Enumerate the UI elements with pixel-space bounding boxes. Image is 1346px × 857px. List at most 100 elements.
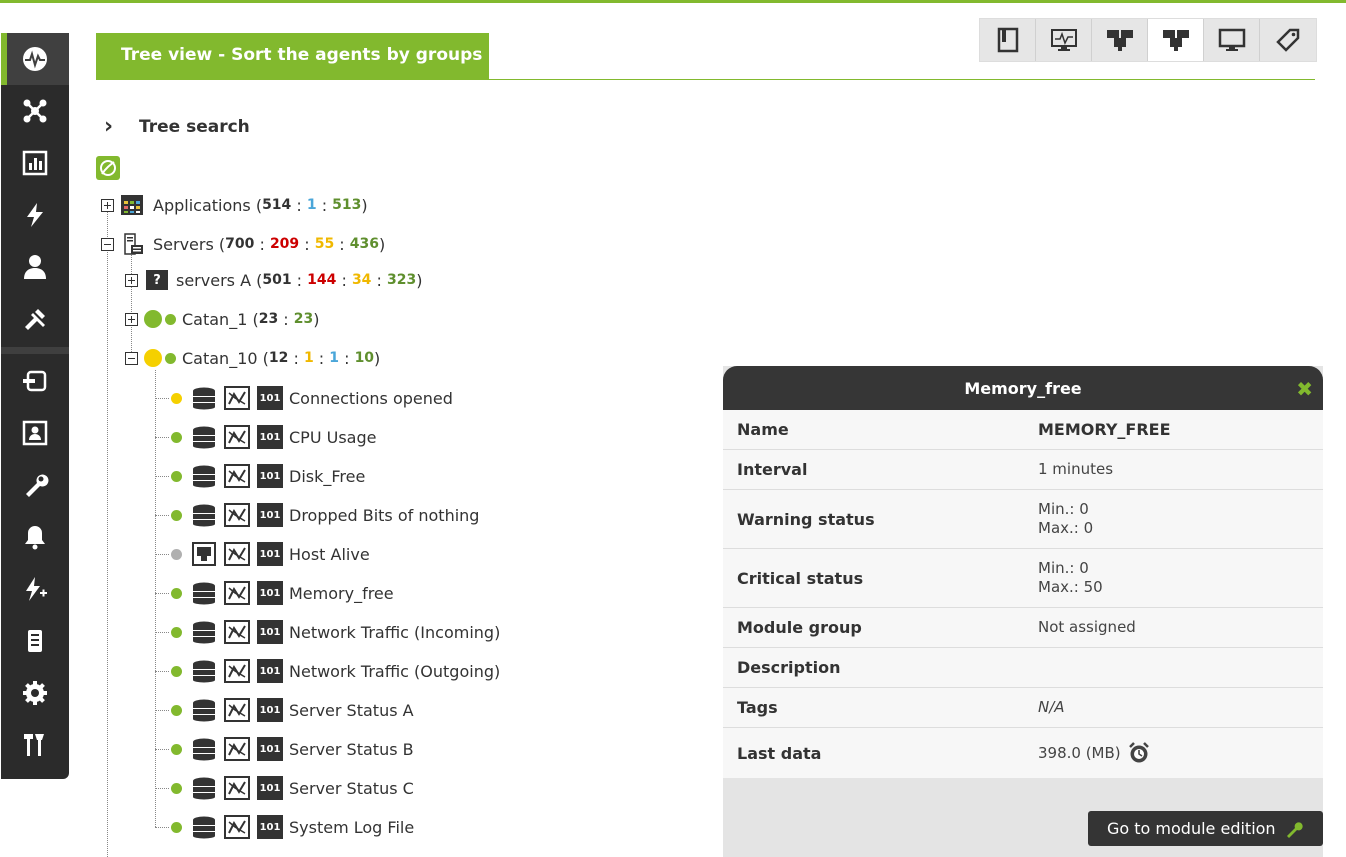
module-row[interactable]: 101 Server Status C xyxy=(171,775,414,801)
policy-view-button[interactable] xyxy=(1260,19,1316,61)
data-type-icon: 101 xyxy=(257,581,283,605)
admin-tools-icon[interactable] xyxy=(1,719,69,771)
graph-icon[interactable] xyxy=(224,698,250,722)
tree-node-servers-a[interactable]: ? servers A (501 : 144 : 34 : 323) xyxy=(125,267,422,293)
tag-view-button[interactable] xyxy=(980,19,1036,61)
module-row[interactable]: 101 Host Alive xyxy=(171,541,370,567)
detail-row-tags: Tags N/A xyxy=(723,688,1323,728)
wrench-icon[interactable] xyxy=(1,459,69,511)
network-group-icon xyxy=(1106,30,1133,51)
unknown-group-icon: ? xyxy=(144,268,170,292)
profile-icon[interactable] xyxy=(1,407,69,459)
detail-label: Interval xyxy=(737,460,808,479)
module-row[interactable]: 101 Disk_Free xyxy=(171,463,365,489)
count-normal: 513 xyxy=(332,197,362,213)
monitoring-icon[interactable] xyxy=(1,33,69,85)
detail-label: Description xyxy=(737,658,841,677)
settings-icon[interactable] xyxy=(1,667,69,719)
module-label: Disk_Free xyxy=(289,466,366,486)
module-view-button[interactable] xyxy=(1204,19,1260,61)
data-type-icon: 101 xyxy=(257,464,283,488)
tree-guide-line xyxy=(155,398,169,399)
go-to-module-edition-button[interactable]: Go to module edition xyxy=(1088,811,1323,846)
tree-search-toggle[interactable]: › Tree search xyxy=(104,114,250,139)
user-icon[interactable] xyxy=(1,241,69,293)
monitor-view-button[interactable] xyxy=(1036,19,1092,61)
module-row[interactable]: 101 Network Traffic (Outgoing) xyxy=(171,658,500,684)
detail-row-warning: Warning status Min.: 0 Max.: 0 xyxy=(723,490,1323,549)
bell-icon[interactable] xyxy=(1,511,69,563)
data-type-icon: 101 xyxy=(257,425,283,449)
database-icon xyxy=(191,581,217,605)
count-normal: 10 xyxy=(354,350,375,366)
expand-icon[interactable] xyxy=(125,273,138,287)
module-row[interactable]: 101 Server Status A xyxy=(171,697,414,723)
tree-guide-line xyxy=(155,827,169,828)
module-row[interactable]: 101 CPU Usage xyxy=(171,424,376,450)
graph-icon[interactable] xyxy=(224,659,250,683)
database-icon xyxy=(191,776,217,800)
graph-icon[interactable] xyxy=(224,737,250,761)
tree-node-servers[interactable]: Servers (700 : 209 : 55 : 436) xyxy=(101,231,385,257)
collapse-icon[interactable] xyxy=(101,237,114,251)
graph-icon[interactable] xyxy=(224,776,250,800)
tree-search-label: Tree search xyxy=(139,116,250,137)
os-view-button[interactable] xyxy=(1148,19,1204,61)
detail-row-name: Name MEMORY_FREE xyxy=(723,410,1323,450)
tools-icon[interactable] xyxy=(1,293,69,345)
expand-icon[interactable] xyxy=(101,198,114,212)
module-row[interactable]: 101 Memory_free xyxy=(171,580,394,606)
graph-icon[interactable] xyxy=(224,503,250,527)
graph-icon[interactable] xyxy=(224,620,250,644)
events-icon[interactable] xyxy=(1,189,69,241)
topology-icon[interactable] xyxy=(1,85,69,137)
module-status-icon xyxy=(171,626,182,638)
tree-guide-line xyxy=(155,710,169,711)
count-critical: 209 xyxy=(269,236,300,252)
module-status-icon xyxy=(171,821,182,833)
data-type-icon: 101 xyxy=(257,503,283,527)
reporting-icon[interactable] xyxy=(1,137,69,189)
tag-icon xyxy=(1276,28,1300,52)
sidebar-separator xyxy=(1,347,69,354)
event-alerts-icon[interactable] xyxy=(1,563,69,615)
tree-node-applications[interactable]: Applications (514 : 1 : 513) xyxy=(101,192,368,218)
module-row[interactable]: 101 Dropped Bits of nothing xyxy=(171,502,479,528)
module-row[interactable]: 101 System Log File xyxy=(171,814,414,840)
detail-value: 1 minutes xyxy=(1038,460,1114,478)
wrench-icon xyxy=(1286,821,1303,838)
expand-icon[interactable] xyxy=(125,312,138,326)
graph-icon[interactable] xyxy=(224,581,250,605)
module-row[interactable]: 101 Network Traffic (Incoming) xyxy=(171,619,500,645)
graph-icon[interactable] xyxy=(224,425,250,449)
tree-node-catan1[interactable]: Catan_1 (23 : 23) xyxy=(125,306,319,332)
module-label: Server Status A xyxy=(289,700,414,720)
top-accent-line xyxy=(0,0,1346,3)
module-row[interactable]: 101 Connections opened xyxy=(171,385,453,411)
group-view-button[interactable] xyxy=(1092,19,1148,61)
detail-value: MEMORY_FREE xyxy=(1038,420,1171,439)
count-warning: 1 xyxy=(303,350,314,366)
module-label: Host Alive xyxy=(289,544,370,564)
graph-icon[interactable] xyxy=(224,386,250,410)
collapse-icon[interactable] xyxy=(125,351,138,365)
chevron-right-icon: › xyxy=(104,114,114,139)
alert-status-icon xyxy=(165,352,176,364)
server-icon[interactable] xyxy=(1,615,69,667)
graph-icon[interactable] xyxy=(224,815,250,839)
detail-label: Last data xyxy=(737,743,822,763)
graph-icon[interactable] xyxy=(224,542,250,566)
tree-node-catan10[interactable]: Catan_10 (12 : 1 : 1 : 10) xyxy=(125,345,380,371)
pandora-root-icon[interactable] xyxy=(96,156,120,180)
close-icon[interactable]: ✖ xyxy=(1296,377,1313,401)
alarm-clock-icon[interactable] xyxy=(1127,741,1151,765)
agent-status-icon xyxy=(144,349,162,367)
module-label: Server Status B xyxy=(289,739,414,759)
detail-label: Name xyxy=(737,420,789,439)
module-row[interactable]: 101 Server Status B xyxy=(171,736,414,762)
graph-icon[interactable] xyxy=(224,464,250,488)
detail-value: N/A xyxy=(1038,698,1065,716)
count-normal: 23 xyxy=(293,311,314,327)
count-unknown: 1 xyxy=(329,350,339,366)
login-icon[interactable] xyxy=(1,355,69,407)
